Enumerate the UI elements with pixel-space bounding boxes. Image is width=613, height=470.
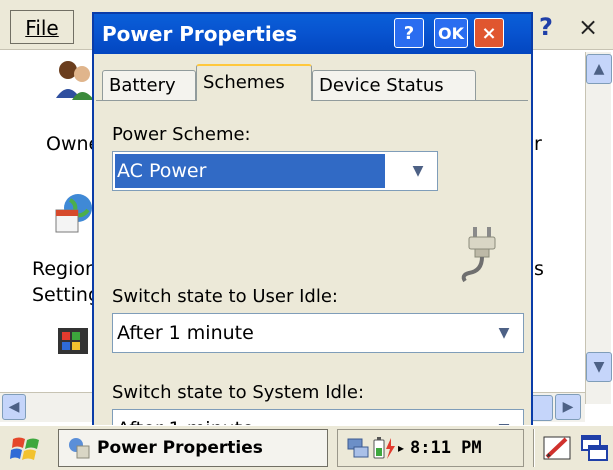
vertical-scrollbar[interactable]: ▲ ▼: [585, 52, 612, 404]
scroll-right-icon[interactable]: ▶: [555, 394, 581, 420]
system-idle-value: After 1 minute: [115, 412, 254, 425]
clock[interactable]: 8:11 PM: [410, 430, 482, 466]
sip-icon[interactable]: [542, 433, 572, 463]
user-idle-value: After 1 minute: [117, 322, 254, 344]
power-properties-icon: [69, 438, 90, 459]
dialog-titlebar[interactable]: Power Properties ? OK ×: [94, 14, 531, 54]
start-icon: [10, 437, 39, 460]
dialog-ok-button[interactable]: OK: [434, 18, 468, 48]
start-button[interactable]: [6, 431, 46, 467]
regional-settings-icon[interactable]: [52, 192, 96, 236]
scroll-up-icon[interactable]: ▲: [586, 54, 612, 84]
taskbar-power-properties[interactable]: Power Properties: [58, 429, 328, 467]
right-item-fragment-2: s: [534, 258, 544, 280]
chevron-down-icon[interactable]: ▼: [493, 322, 515, 344]
battery-icon[interactable]: [371, 436, 397, 460]
schemes-panel: Power Scheme: AC Power ▼ Switch state to…: [96, 100, 528, 425]
system-idle-label: Switch state to System Idle:: [112, 382, 365, 403]
chevron-down-icon[interactable]: ▼: [493, 418, 515, 425]
chevron-down-icon[interactable]: ▼: [407, 160, 429, 182]
windows-list-icon[interactable]: [580, 433, 608, 463]
power-scheme-select[interactable]: AC Power ▼: [112, 151, 438, 191]
power-properties-dialog: Power Properties ? OK × Battery Schemes …: [92, 12, 533, 425]
task-label: Power Properties: [97, 438, 263, 458]
file-menu[interactable]: File: [10, 10, 74, 44]
power-scheme-value: AC Power: [115, 154, 385, 188]
tab-battery[interactable]: Battery: [102, 70, 196, 100]
system-icon[interactable]: [52, 318, 96, 362]
tab-schemes[interactable]: Schemes: [196, 64, 312, 101]
tray-expand-icon[interactable]: ▸: [398, 430, 404, 466]
owner-icon[interactable]: [52, 58, 96, 102]
close-button[interactable]: ×: [570, 10, 606, 44]
power-scheme-label: Power Scheme:: [112, 124, 251, 145]
user-idle-label: Switch state to User Idle:: [112, 286, 338, 307]
dialog-title: Power Properties: [102, 22, 298, 46]
taskbar: Power Properties ▸ 8:11 PM: [0, 425, 613, 470]
dialog-close-button[interactable]: ×: [474, 18, 504, 48]
dialog-help-button[interactable]: ?: [394, 18, 424, 48]
scroll-left-icon[interactable]: ◀: [2, 394, 26, 420]
system-tray: ▸ 8:11 PM: [337, 429, 524, 467]
help-button[interactable]: ?: [532, 10, 560, 44]
tray-separator: [533, 429, 535, 467]
right-item-fragment: r: [534, 133, 542, 155]
network-icon[interactable]: [346, 437, 370, 459]
tab-device-status[interactable]: Device Status: [312, 70, 476, 100]
scroll-down-icon[interactable]: ▼: [586, 352, 612, 382]
user-idle-select[interactable]: After 1 minute ▼: [112, 313, 524, 353]
plug-icon: [461, 227, 496, 283]
system-idle-select[interactable]: After 1 minute ▼: [112, 409, 524, 425]
